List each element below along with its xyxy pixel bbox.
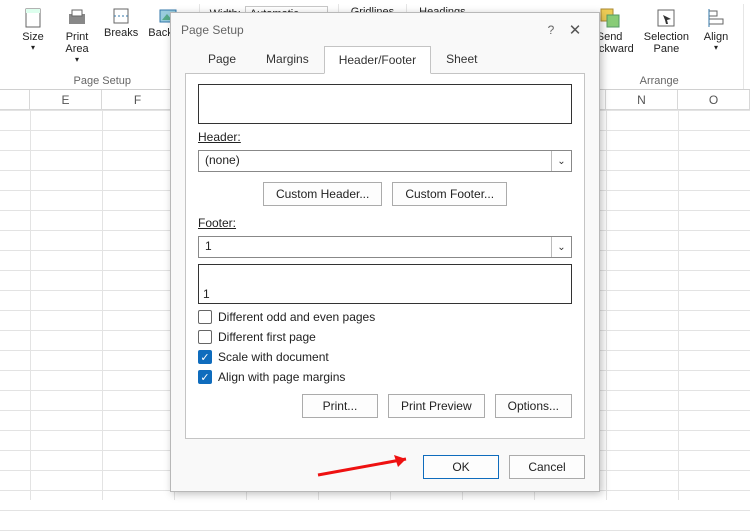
scale-with-document-checkbox[interactable]: ✓ Scale with document: [198, 350, 572, 364]
print-area-icon: [65, 6, 89, 30]
dialog-title: Page Setup: [181, 23, 541, 37]
breaks-icon: [111, 6, 131, 26]
header-value: (none): [199, 151, 551, 171]
checkbox-icon: [198, 330, 212, 344]
ok-button[interactable]: OK: [423, 455, 499, 479]
custom-header-button[interactable]: Custom Header...: [263, 182, 382, 206]
print-area-button[interactable]: Print Area▾: [56, 4, 98, 66]
tab-sheet[interactable]: Sheet: [431, 45, 492, 73]
header-label: Header:: [198, 130, 572, 144]
footer-preview-text: 1: [203, 287, 210, 301]
dialog-titlebar: Page Setup ? ✕: [171, 13, 599, 45]
tab-header-footer[interactable]: Header/Footer: [324, 46, 431, 74]
custom-footer-button[interactable]: Custom Footer...: [392, 182, 507, 206]
cancel-button[interactable]: Cancel: [509, 455, 585, 479]
tab-strip: Page Margins Header/Footer Sheet: [171, 45, 599, 73]
align-label: Align: [704, 31, 728, 43]
print-preview-button[interactable]: Print Preview: [388, 394, 485, 418]
col-header[interactable]: O: [678, 90, 750, 109]
options-button[interactable]: Options...: [495, 394, 572, 418]
chk-label: Scale with document: [218, 350, 329, 364]
align-icon: [704, 6, 728, 30]
size-label: Size: [22, 31, 43, 43]
page-setup-group-label: Page Setup: [74, 75, 132, 89]
selection-pane-label: Selection Pane: [644, 31, 689, 55]
chevron-down-icon: ⌄: [551, 237, 571, 257]
print-button[interactable]: Print...: [302, 394, 378, 418]
col-header[interactable]: N: [606, 90, 678, 109]
help-button[interactable]: ?: [541, 23, 561, 37]
footer-dropdown[interactable]: 1 ⌄: [198, 236, 572, 258]
selection-pane-button[interactable]: Selection Pane: [640, 4, 693, 57]
checkbox-icon: ✓: [198, 370, 212, 384]
size-button[interactable]: Size▾: [12, 4, 54, 66]
col-header[interactable]: E: [30, 90, 102, 109]
tab-margins[interactable]: Margins: [251, 45, 324, 73]
checkbox-icon: [198, 310, 212, 324]
send-backward-icon: [598, 6, 622, 30]
breaks-button[interactable]: Breaks: [100, 4, 142, 66]
tab-page[interactable]: Page: [193, 45, 251, 73]
chk-label: Align with page margins: [218, 370, 345, 384]
chevron-down-icon: ⌄: [551, 151, 571, 171]
different-first-page-checkbox[interactable]: Different first page: [198, 330, 572, 344]
selection-pane-icon: [654, 6, 678, 30]
print-area-label: Print Area: [65, 31, 88, 55]
header-preview: [198, 84, 572, 124]
breaks-label: Breaks: [104, 27, 138, 39]
close-button[interactable]: ✕: [561, 21, 589, 39]
footer-value: 1: [199, 237, 551, 257]
dialog-panel: Header: (none) ⌄ Custom Header... Custom…: [185, 73, 585, 439]
page-setup-dialog: Page Setup ? ✕ Page Margins Header/Foote…: [170, 12, 600, 492]
different-odd-even-checkbox[interactable]: Different odd and even pages: [198, 310, 572, 324]
align-page-margins-checkbox[interactable]: ✓ Align with page margins: [198, 370, 572, 384]
checkbox-icon: ✓: [198, 350, 212, 364]
footer-preview: 1: [198, 264, 572, 304]
chk-label: Different first page: [218, 330, 316, 344]
dialog-footer: OK Cancel: [171, 447, 599, 491]
footer-label: Footer:: [198, 216, 572, 230]
arrange-group-label: Arrange: [640, 75, 679, 89]
select-all-corner[interactable]: [0, 90, 30, 109]
ribbon-group-arrange: Send Backward Selection Pane Align▾ Arra…: [575, 4, 744, 89]
col-header[interactable]: F: [102, 90, 174, 109]
page-size-icon: [21, 6, 45, 30]
chk-label: Different odd and even pages: [218, 310, 375, 324]
header-dropdown[interactable]: (none) ⌄: [198, 150, 572, 172]
align-button[interactable]: Align▾: [695, 4, 737, 57]
